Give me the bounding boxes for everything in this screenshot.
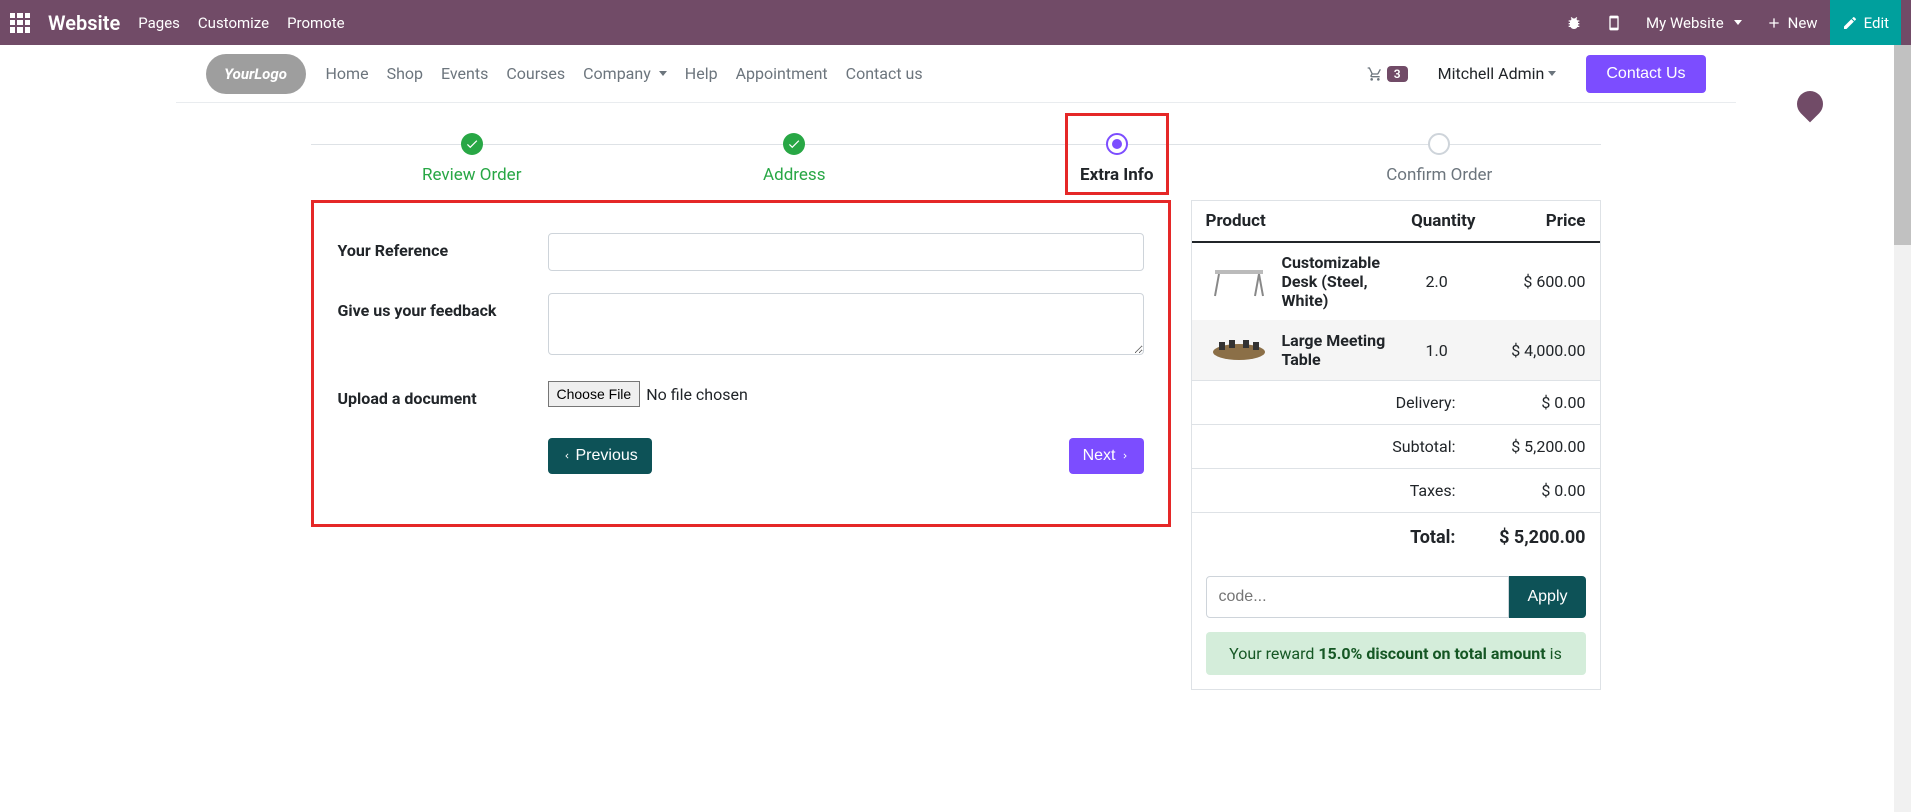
reference-input[interactable] — [548, 233, 1144, 271]
step-address[interactable]: Address — [633, 133, 956, 185]
site-nav: YourLogo Home Shop Events Courses Compan… — [176, 45, 1736, 103]
cart-badge: 3 — [1387, 66, 1408, 82]
promo-code-row: Apply — [1192, 562, 1600, 632]
feedback-label: Give us your feedback — [338, 293, 548, 320]
nav-links: Home Shop Events Courses Company Help Ap… — [326, 64, 923, 83]
item-name: Large Meeting Table — [1282, 331, 1416, 369]
item-name: Customizable Desk (Steel, White) — [1282, 253, 1416, 310]
summary-item: Customizable Desk (Steel, White) 2.0 $ 6… — [1192, 243, 1600, 320]
edit-label: Edit — [1864, 14, 1889, 32]
drop-indicator-icon — [1792, 86, 1829, 123]
nav-home[interactable]: Home — [326, 64, 369, 83]
admin-left: Website Pages Customize Promote — [10, 11, 345, 35]
order-summary: Product Quantity Price Customizable Desk… — [1191, 200, 1601, 690]
menu-pages[interactable]: Pages — [138, 14, 180, 32]
feedback-textarea[interactable] — [548, 293, 1144, 355]
summary-item: Large Meeting Table 1.0 $ 4,000.00 — [1192, 320, 1600, 380]
summary-subtotal: Subtotal: $ 5,200.00 — [1192, 424, 1600, 468]
nav-events[interactable]: Events — [441, 64, 488, 83]
reward-banner: Your reward 15.0% discount on total amou… — [1206, 632, 1586, 675]
step-confirm-order[interactable]: Confirm Order — [1278, 133, 1601, 185]
choose-file-button[interactable]: Choose File — [548, 381, 641, 407]
app-brand[interactable]: Website — [48, 11, 120, 35]
checkout-wizard: Review Order Address Extra Info Confirm … — [311, 133, 1601, 185]
summary-header: Product Quantity Price — [1192, 201, 1600, 243]
summary-taxes: Taxes: $ 0.00 — [1192, 468, 1600, 512]
edit-button[interactable]: Edit — [1830, 0, 1901, 45]
summary-total: Total: $ 5,200.00 — [1192, 512, 1600, 562]
step-review-order[interactable]: Review Order — [311, 133, 634, 185]
bug-icon[interactable] — [1554, 0, 1594, 45]
content: Review Order Address Extra Info Confirm … — [281, 133, 1631, 730]
file-status: No file chosen — [646, 385, 748, 404]
upload-label: Upload a document — [338, 381, 548, 408]
nav-contact[interactable]: Contact us — [846, 64, 923, 83]
apply-button[interactable]: Apply — [1509, 576, 1585, 618]
contact-us-button[interactable]: Contact Us — [1586, 55, 1705, 93]
logo[interactable]: YourLogo — [206, 54, 306, 94]
menu-customize[interactable]: Customize — [198, 14, 269, 32]
nav-help[interactable]: Help — [685, 64, 718, 83]
my-website-dropdown[interactable]: My Website — [1634, 0, 1754, 45]
nav-right: 3 Mitchell Admin Contact Us — [1367, 55, 1706, 93]
product-image — [1206, 262, 1272, 302]
scrollbar[interactable] — [1894, 45, 1911, 812]
product-image — [1206, 330, 1272, 370]
next-button[interactable]: Next — [1069, 438, 1144, 474]
caret-down-icon — [1734, 20, 1742, 25]
new-button[interactable]: New — [1754, 0, 1830, 45]
item-qty: 1.0 — [1426, 341, 1476, 360]
nav-courses[interactable]: Courses — [506, 64, 565, 83]
caret-down-icon — [659, 71, 667, 76]
col-product: Product — [1206, 211, 1396, 231]
menu-promote[interactable]: Promote — [287, 14, 345, 32]
my-website-label: My Website — [1646, 14, 1724, 32]
admin-bar: Website Pages Customize Promote My Websi… — [0, 0, 1911, 45]
promo-code-input[interactable] — [1206, 576, 1510, 618]
previous-button[interactable]: Previous — [548, 438, 652, 474]
item-price: $ 600.00 — [1486, 272, 1586, 291]
reference-label: Your Reference — [338, 233, 548, 260]
cart-button[interactable]: 3 — [1367, 66, 1408, 82]
apps-icon[interactable] — [10, 13, 30, 33]
nav-company[interactable]: Company — [583, 64, 667, 83]
new-label: New — [1788, 14, 1818, 32]
col-qty: Quantity — [1396, 211, 1476, 231]
summary-delivery: Delivery: $ 0.00 — [1192, 380, 1600, 424]
admin-right: My Website New Edit — [1554, 0, 1901, 45]
item-qty: 2.0 — [1426, 272, 1476, 291]
extra-info-form: Your Reference Give us your feedback Upl… — [311, 200, 1171, 527]
mobile-icon[interactable] — [1594, 0, 1634, 45]
item-price: $ 4,000.00 — [1486, 341, 1586, 360]
nav-appointment[interactable]: Appointment — [736, 64, 828, 83]
user-menu[interactable]: Mitchell Admin — [1438, 64, 1557, 83]
step-extra-info[interactable]: Extra Info — [956, 133, 1279, 185]
col-price: Price — [1476, 211, 1586, 231]
caret-down-icon — [1548, 71, 1556, 76]
nav-shop[interactable]: Shop — [387, 64, 423, 83]
